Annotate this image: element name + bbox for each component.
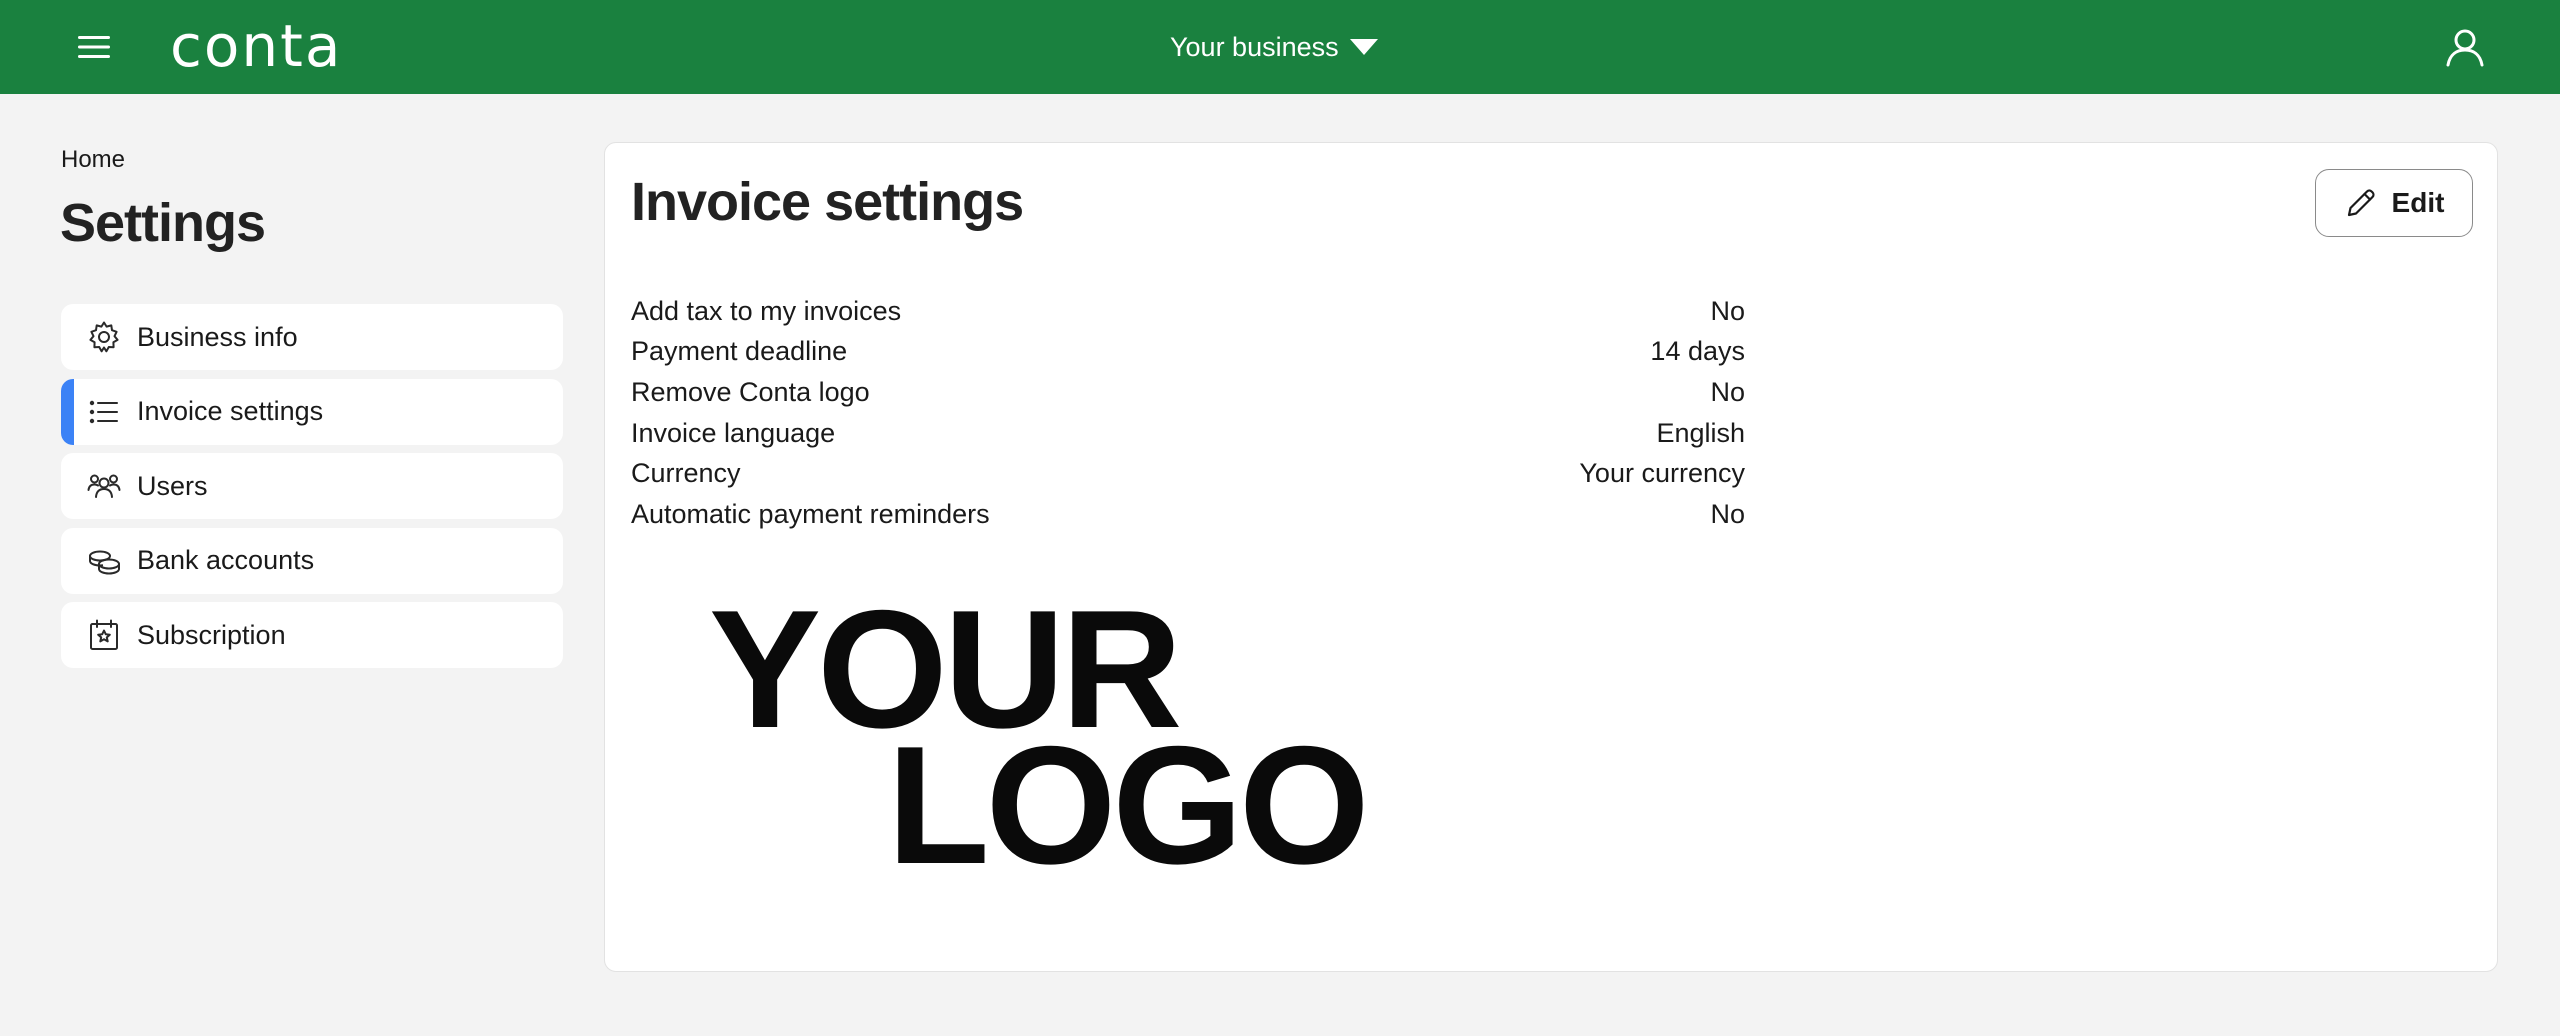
sidebar-item-label: Users [137,470,208,501]
setting-value: No [1710,376,1745,407]
sidebar-item-bank-accounts[interactable]: Bank accounts [61,527,563,594]
edit-button[interactable]: Edit [2315,169,2473,237]
business-switcher[interactable]: Your business [1170,26,1379,68]
sidebar-item-business-info[interactable]: Business info [61,304,563,370]
sidebar-item-label: Business info [137,321,298,352]
setting-label: Currency [631,458,741,489]
user-account-button[interactable] [2444,26,2486,68]
pencil-icon [2347,189,2375,217]
settings-list: Add tax to my invoices No Payment deadli… [631,291,1745,535]
setting-row-invoice-language: Invoice language English [631,413,1745,454]
caret-down-icon [1349,39,1378,55]
business-switcher-label: Your business [1170,31,1339,62]
brand-name: conta [170,12,343,80]
edit-button-label: Edit [2391,187,2445,218]
calendar-star-icon [87,618,121,652]
setting-label: Automatic payment reminders [631,498,990,529]
settings-sidebar: Business info Invoice settings Users Ban… [61,304,563,677]
invoice-settings-card: Invoice settings Edit Add tax to my invo… [604,142,2498,972]
setting-row-payment-reminders: Automatic payment reminders No [631,494,1745,535]
breadcrumb-home[interactable]: Home [61,146,125,174]
setting-row-currency: Currency Your currency [631,453,1745,494]
hamburger-icon [78,36,110,58]
setting-label: Invoice language [631,417,836,448]
setting-row-payment-deadline: Payment deadline 14 days [631,332,1745,373]
setting-value: No [1710,295,1745,326]
list-icon [87,395,121,429]
sidebar-item-label: Invoice settings [137,396,324,426]
logo-placeholder-image: YOUR LOGO [709,585,1370,891]
setting-row-add-tax: Add tax to my invoices No [631,291,1745,332]
setting-label: Remove Conta logo [631,376,870,407]
sidebar-item-users[interactable]: Users [61,453,563,519]
users-icon [87,469,121,503]
sidebar-item-label: Subscription [137,619,286,650]
brand-logo[interactable]: conta [170,14,342,78]
section-title: Invoice settings [631,172,1024,232]
user-icon [2446,29,2484,67]
sidebar-item-subscription[interactable]: Subscription [61,602,563,668]
setting-value: No [1710,498,1745,529]
sidebar-item-invoice-settings[interactable]: Invoice settings [61,378,563,445]
top-bar: conta Your business [0,0,2560,94]
setting-value: English [1656,417,1745,448]
page-title: Settings [60,193,266,253]
coins-icon [87,544,121,578]
setting-label: Payment deadline [631,336,848,367]
setting-label: Add tax to my invoices [631,295,902,326]
setting-value: 14 days [1650,336,1745,367]
setting-value: Your currency [1579,458,1745,489]
menu-button[interactable] [66,25,122,69]
sidebar-item-label: Bank accounts [137,545,315,575]
gear-icon [87,320,121,354]
setting-row-remove-logo: Remove Conta logo No [631,372,1745,413]
